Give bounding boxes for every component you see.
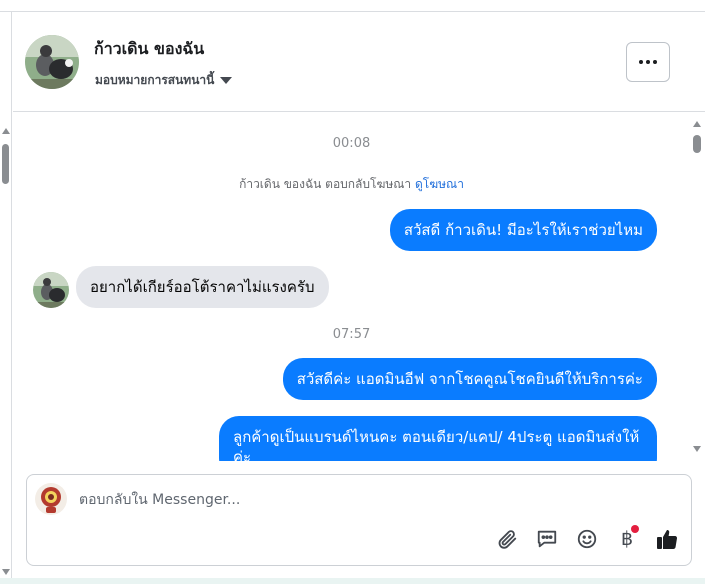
ad-reply-text: ก้าวเดิน ของฉัน ตอบกลับโฆษณา xyxy=(239,177,412,191)
message-thread[interactable]: 00:08 ก้าวเดิน ของฉัน ตอบกลับโฆษณา ดูโฆษ… xyxy=(13,113,690,461)
message-timestamp: 07:57 xyxy=(332,327,371,342)
reply-composer: ฿ xyxy=(26,474,692,566)
attachment-icon[interactable] xyxy=(495,527,519,551)
more-options-button[interactable] xyxy=(626,42,670,82)
contact-avatar[interactable] xyxy=(25,35,79,89)
outgoing-message[interactable]: สวัสดีค่ะ แอดมินอีฟ จากโชคคูณโชคยินดีให้… xyxy=(282,358,657,400)
notification-dot xyxy=(631,525,639,533)
emoji-icon[interactable] xyxy=(575,527,599,551)
contact-name[interactable]: ก้าวเดิน ของฉัน xyxy=(94,37,204,62)
reply-input[interactable] xyxy=(79,489,639,511)
message-timestamp: 00:08 xyxy=(332,136,371,151)
more-horizontal-icon xyxy=(639,60,643,64)
outgoing-message[interactable]: ลูกค้าดูเป็นแบรนด์ไหนคะ ตอนเดียว/แคป/ 4ป… xyxy=(219,416,657,461)
scroll-down-arrow-icon[interactable] xyxy=(2,569,10,575)
thumbs-up-icon[interactable] xyxy=(655,527,679,551)
bottom-strip xyxy=(0,578,705,584)
top-border xyxy=(0,0,705,12)
page-scrollbar[interactable] xyxy=(0,12,12,584)
page-avatar xyxy=(35,483,67,515)
scroll-thumb[interactable] xyxy=(693,135,701,153)
assign-conversation-dropdown[interactable]: มอบหมายการสนทนานี้ xyxy=(95,71,233,90)
scroll-up-arrow-icon[interactable] xyxy=(2,128,10,134)
assign-label: มอบหมายการสนทนานี้ xyxy=(95,73,215,87)
scroll-up-arrow-icon[interactable] xyxy=(693,121,701,127)
thread-scrollbar[interactable] xyxy=(690,113,705,461)
ad-reply-notice: ก้าวเดิน ของฉัน ตอบกลับโฆษณา ดูโฆษณา xyxy=(13,175,690,194)
scroll-down-arrow-icon[interactable] xyxy=(693,446,701,452)
sender-avatar[interactable] xyxy=(33,272,69,308)
baht-payment-icon[interactable]: ฿ xyxy=(615,525,639,551)
view-ad-link[interactable]: ดูโฆษณา xyxy=(415,177,464,191)
composer-toolbar: ฿ xyxy=(495,525,679,551)
scroll-thumb[interactable] xyxy=(2,144,9,184)
saved-reply-icon[interactable] xyxy=(535,527,559,551)
incoming-message[interactable]: อยากได้เกียร์ออโต้ราคาไม่แรงครับ xyxy=(76,266,329,308)
outgoing-message[interactable]: สวัสดี ก้าวเดิน! มีอะไรให้เราช่วยไหม xyxy=(389,209,657,251)
caret-down-icon xyxy=(220,77,233,84)
conversation-header: ก้าวเดิน ของฉัน มอบหมายการสนทนานี้ xyxy=(13,13,705,112)
